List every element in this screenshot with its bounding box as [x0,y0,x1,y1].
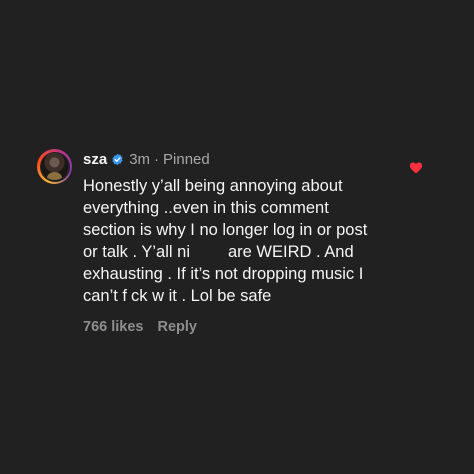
likes-count[interactable]: 766 likes [83,319,143,335]
comment-time: 3m [129,150,151,168]
comment-meta: sza 3m · Pinned [83,149,437,169]
heart-icon[interactable] [409,161,423,174]
username[interactable]: sza [83,151,107,168]
comment-line: Honestly y’all being annoying about [83,177,343,195]
comment-text: Honestly y’all being annoying about ever… [83,175,437,307]
avatar-image [41,153,68,180]
avatar[interactable] [37,149,72,184]
comment-line: everything ..even in this comment [83,199,329,217]
comment-line-part: can’t f [83,287,128,305]
comment-line-part: are WEIRD . And [228,243,354,261]
comment-line: exhausting . If it’s not dropping music … [83,265,364,283]
comment-actions: 766 likes Reply [83,319,437,335]
avatar-ring [39,151,70,182]
comment-line-part: or talk . Y’all ni [83,243,190,261]
reply-button[interactable]: Reply [157,319,197,335]
comment-line: or talk . Y’all ni are WEIRD . And [83,241,437,263]
comment-line: section is why I no longer log in or pos… [83,221,368,239]
comment-content: sza 3m · Pinned Honestly y’all being ann… [83,149,437,336]
comment-line: can’t f ck w it . Lol be safe [83,285,437,307]
comment-line-part: ck w it . Lol be safe [131,287,272,305]
verified-badge-icon [111,153,124,166]
pinned-label: Pinned [163,150,210,168]
meta-separator: · [154,150,160,168]
